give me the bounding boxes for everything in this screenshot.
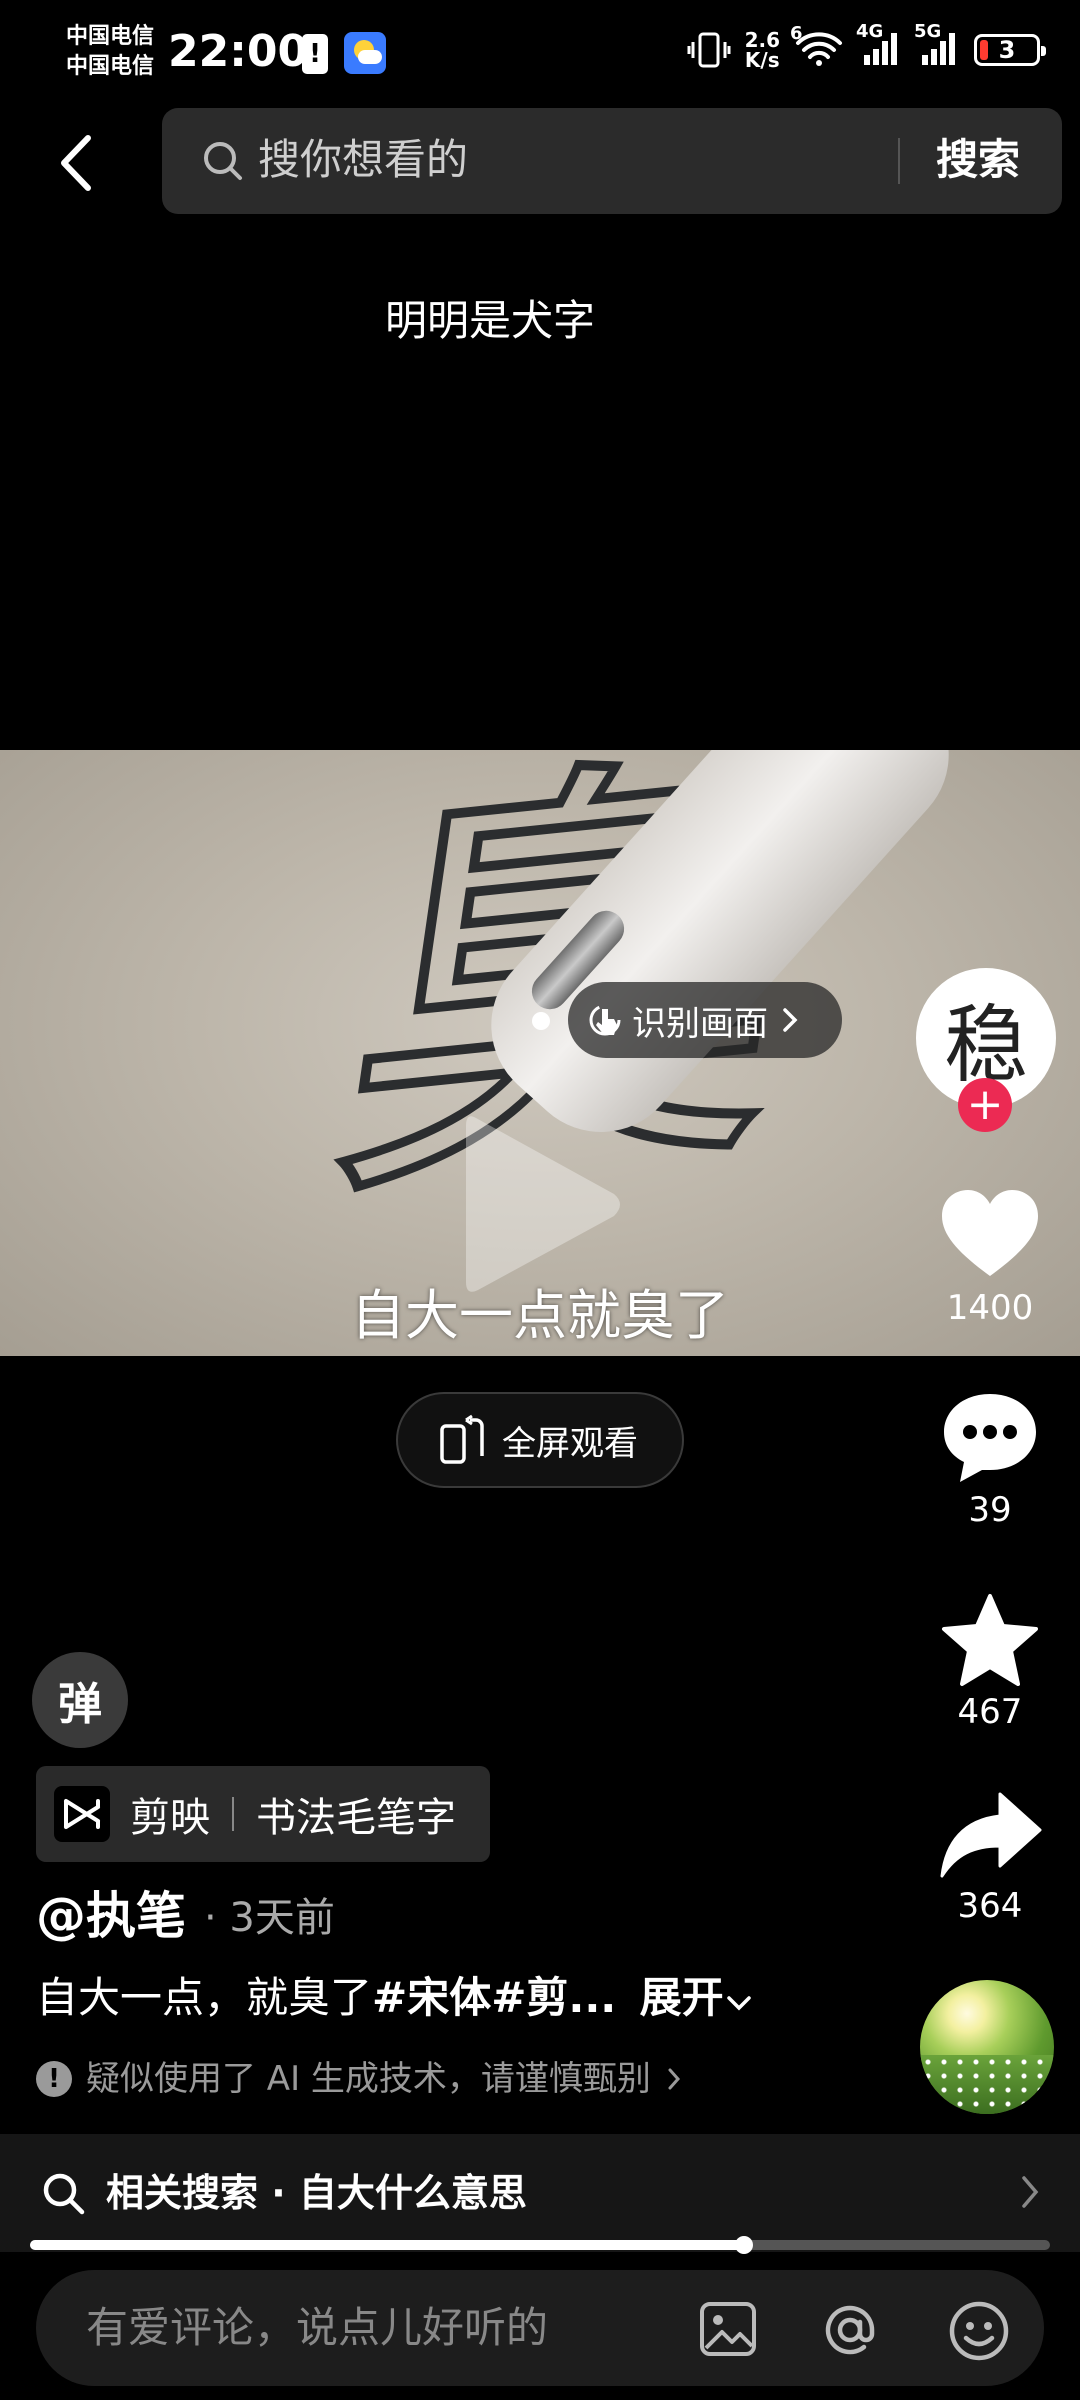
star-icon <box>942 1594 1038 1686</box>
wifi-icon: 6 <box>790 23 844 72</box>
mention-icon[interactable] <box>818 2300 882 2360</box>
vibrate-icon <box>687 32 731 68</box>
net-speed: 2.6 K/s <box>744 28 780 72</box>
related-search-label: 相关搜索 · 自大什么意思 <box>106 2171 527 2215</box>
share-count: 364 <box>957 1886 1023 1926</box>
capcut-app-label: 剪映 <box>130 1795 210 1841</box>
expand-button[interactable]: 展开 <box>640 1973 752 2022</box>
like-count: 1400 <box>946 1288 1034 1328</box>
video-subtitle: 自大一点就臭了 <box>351 1284 729 1347</box>
favorite-button[interactable] <box>920 1592 1060 1688</box>
search-button[interactable]: 搜索 <box>936 130 1020 190</box>
ai-notice[interactable]: ! 疑似使用了 AI 生成技术，请谨慎甄别 <box>36 2052 681 2106</box>
ai-notice-text: 疑似使用了 AI 生成技术，请谨慎甄别 <box>86 2059 651 2099</box>
chevron-down-icon <box>726 1996 751 2011</box>
search-bar[interactable]: 搜你想看的 搜索 <box>162 108 1062 214</box>
author-name[interactable]: @执笔 <box>36 1884 186 1948</box>
chevron-right-icon <box>1022 2176 1039 2208</box>
recognize-label: 识别画面 <box>632 1003 768 1044</box>
music-disc[interactable] <box>920 1980 1054 2114</box>
image-icon[interactable] <box>698 2300 758 2358</box>
comment-button[interactable] <box>920 1390 1060 1486</box>
capcut-divider <box>232 1797 234 1831</box>
search-icon <box>43 2173 85 2215</box>
play-icon[interactable] <box>456 1104 626 1304</box>
capcut-template-label: 书法毛笔字 <box>256 1795 456 1841</box>
capcut-logo-icon <box>54 1786 110 1842</box>
search-input[interactable]: 搜你想看的 <box>258 132 468 188</box>
signal-4g-icon: 4G <box>856 21 902 72</box>
battery-alert-icon: ! <box>302 34 328 74</box>
chevron-right-icon <box>668 2068 680 2090</box>
carrier-1: 中国电信 <box>66 24 155 49</box>
comment-bubble-icon <box>944 1394 1036 1482</box>
battery-icon: 3 <box>974 34 1046 66</box>
like-button[interactable] <box>920 1188 1060 1280</box>
share-arrow-icon <box>940 1792 1042 1878</box>
carrier-2: 中国电信 <box>66 54 155 79</box>
favorite-count: 467 <box>957 1692 1023 1732</box>
rotate-screen-icon <box>440 1414 484 1464</box>
fullscreen-label: 全屏观看 <box>502 1423 638 1464</box>
progress-fill <box>30 2240 744 2250</box>
fullscreen-button[interactable]: 全屏观看 <box>396 1392 684 1488</box>
comment-input[interactable]: 有爱评论，说点儿好听的 <box>86 2298 548 2358</box>
emoji-icon[interactable] <box>948 2300 1010 2362</box>
description-text: 自大一点，就臭了 <box>36 1973 373 2022</box>
warning-icon: ! <box>36 2061 72 2097</box>
related-search-bar[interactable]: 相关搜索 · 自大什么意思 <box>0 2134 1080 2252</box>
search-icon <box>204 142 242 180</box>
status-right: 2.6 K/s 6 4G 5G 3 <box>687 21 1046 74</box>
status-time: 22:00 <box>168 26 309 77</box>
comment-bar[interactable]: 有爱评论，说点儿好听的 <box>36 2270 1044 2386</box>
follow-button[interactable]: + <box>958 1078 1012 1132</box>
danmu-toggle-button[interactable]: 弹 <box>32 1652 128 1748</box>
share-button[interactable] <box>920 1790 1060 1880</box>
chevron-right-icon <box>783 1008 798 1032</box>
recognize-dot <box>532 1012 550 1030</box>
search-divider <box>898 138 900 184</box>
capcut-anchor[interactable]: 剪映 书法毛笔字 <box>36 1766 490 1862</box>
back-arrow-icon[interactable] <box>50 128 110 198</box>
video-description[interactable]: 自大一点，就臭了#宋体#剪... 展开 <box>36 1966 752 2030</box>
progress-handle[interactable] <box>735 2236 753 2254</box>
video-title: 明明是犬字 <box>384 296 595 345</box>
carrier-labels: 中国电信 中国电信 <box>66 22 154 82</box>
heart-icon <box>942 1190 1038 1276</box>
weather-app-icon <box>344 32 386 74</box>
recognize-button[interactable]: 识别画面 <box>568 982 842 1058</box>
hand-pointer-icon <box>589 1004 621 1036</box>
comment-count: 39 <box>968 1490 1012 1530</box>
signal-5g-icon: 5G <box>914 21 960 72</box>
post-time: · 3天前 <box>204 1895 335 1941</box>
description-tags[interactable]: #宋体#剪... <box>372 1973 616 2022</box>
